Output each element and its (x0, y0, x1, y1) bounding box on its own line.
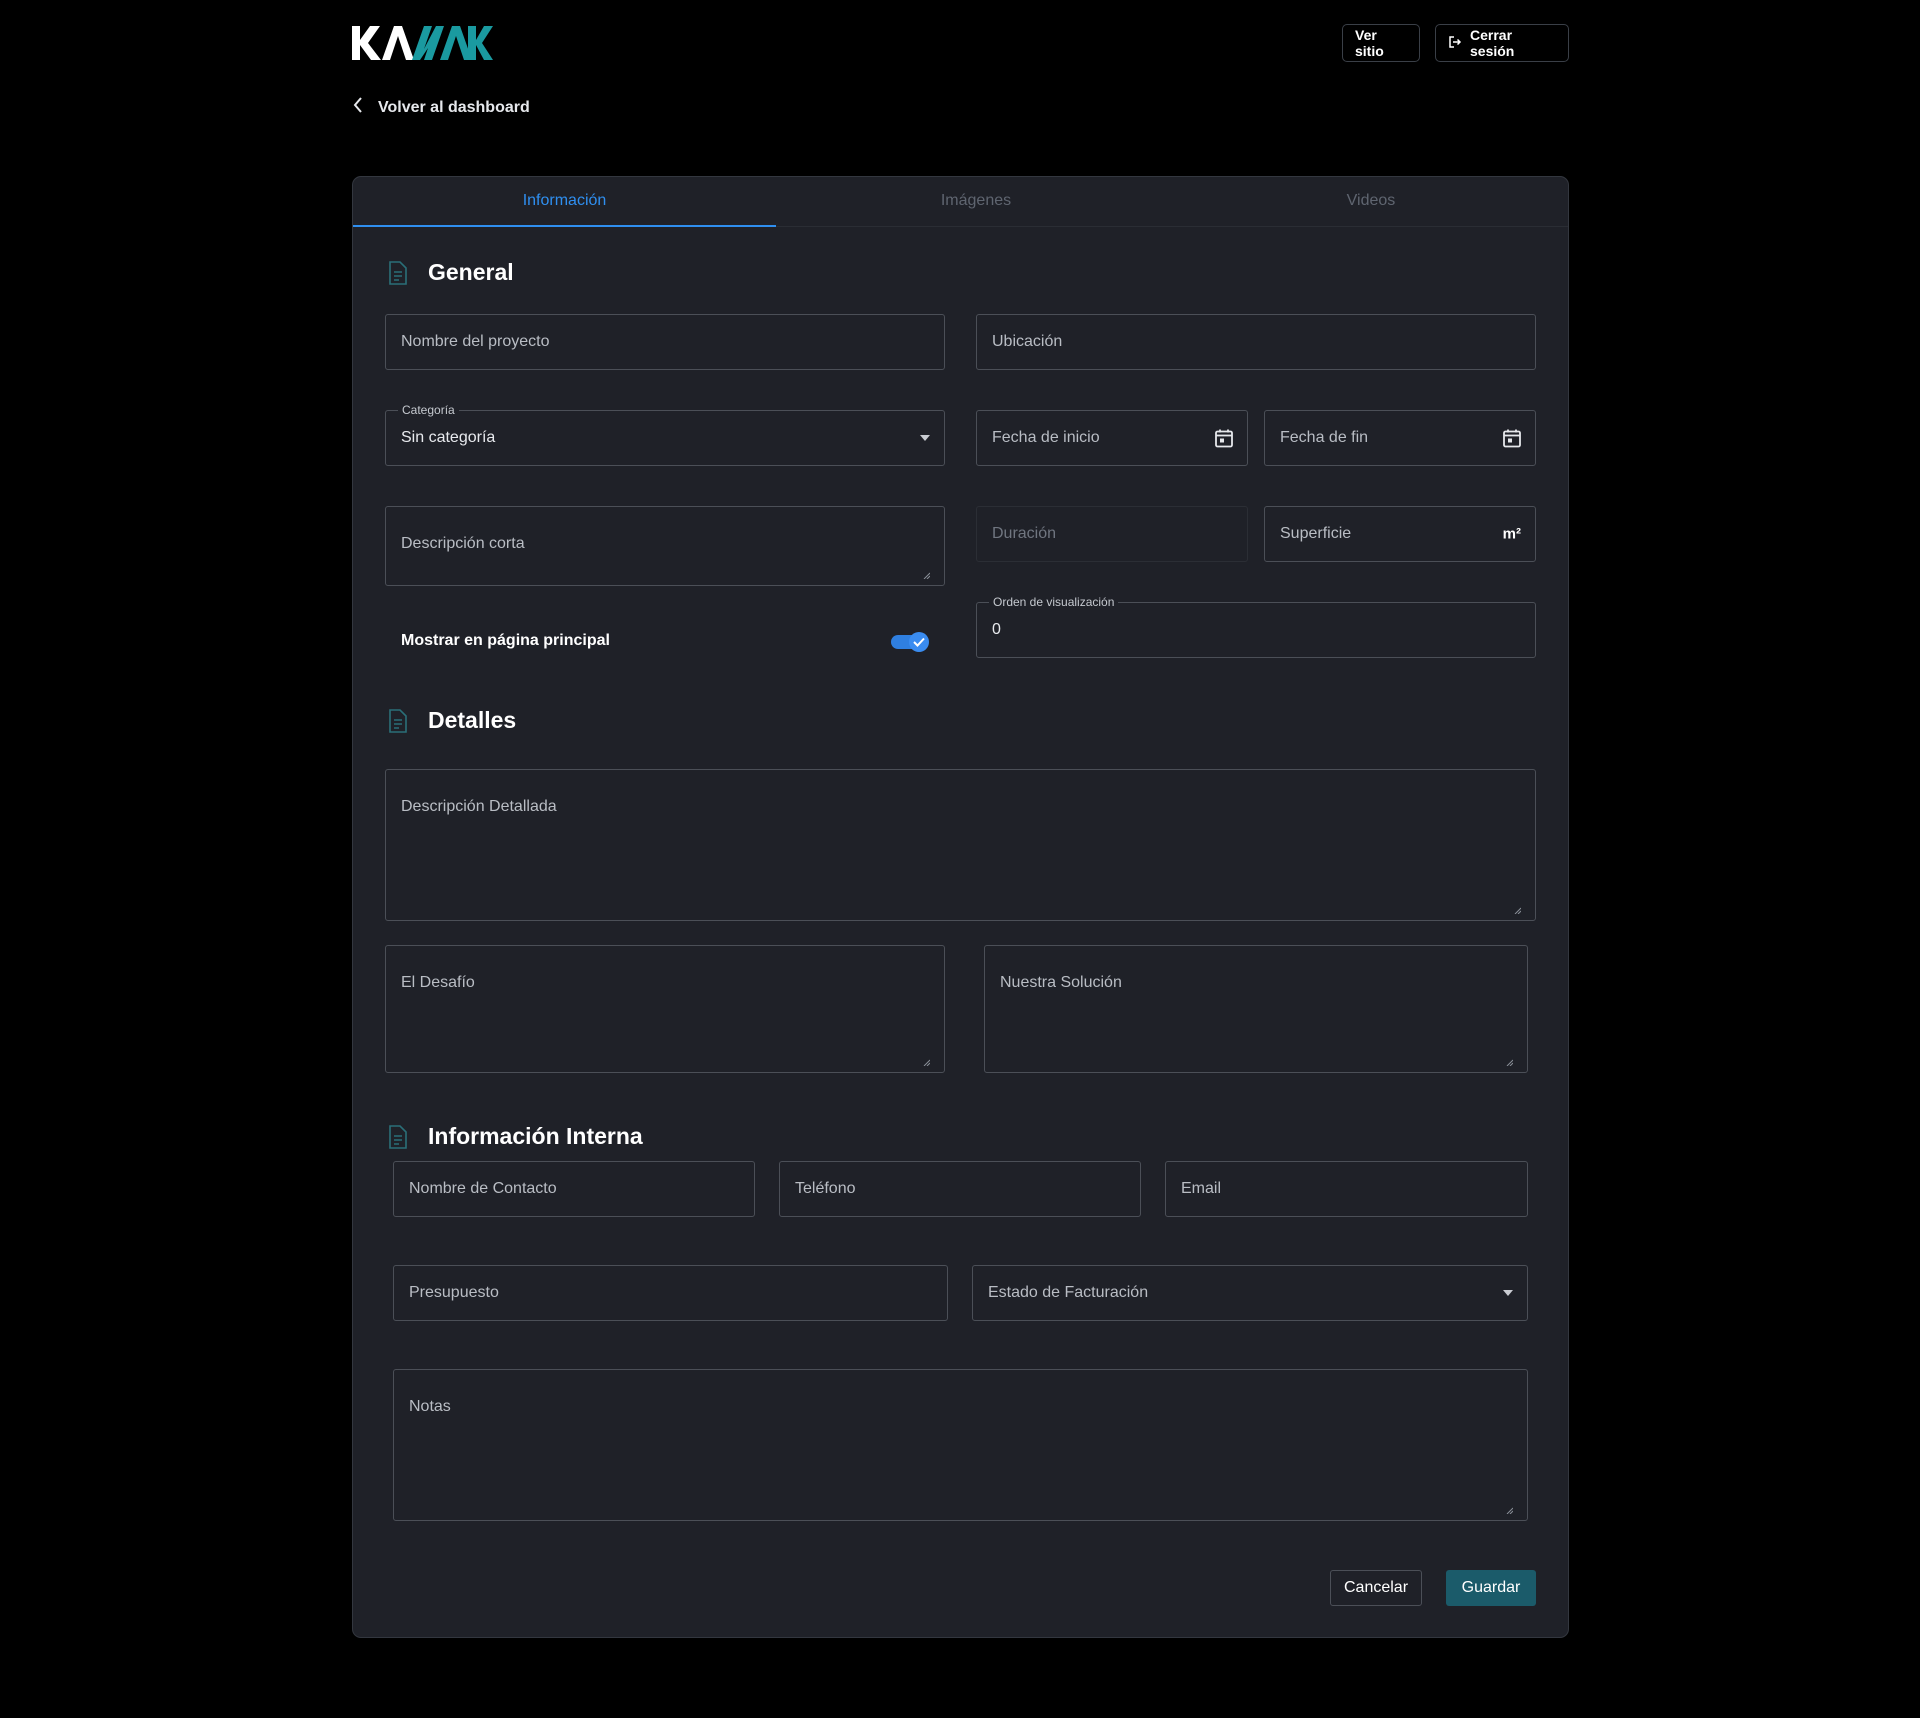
display-order-input[interactable]: Orden de visualización 0 (976, 595, 1536, 658)
tab-bar: Información Imágenes Videos (353, 177, 1568, 227)
show-home-label: Mostrar en página principal (401, 632, 610, 649)
contact-name-input[interactable]: Nombre de Contacto (393, 1161, 755, 1217)
show-home-switch[interactable] (891, 632, 929, 652)
document-icon (388, 1124, 408, 1149)
caret-down-icon (1503, 1290, 1513, 1296)
tab-videos[interactable]: Videos (1176, 177, 1566, 225)
short-description-textarea[interactable]: Descripción corta (385, 506, 945, 586)
resize-handle-icon[interactable] (923, 1053, 931, 1067)
page: Ver sitio Cerrar sesión Volver al dashbo… (0, 0, 1920, 1718)
category-select[interactable]: Categoría Sin categoría (385, 403, 945, 466)
save-button[interactable]: Guardar (1446, 1570, 1536, 1606)
calendar-icon[interactable] (1215, 429, 1233, 448)
calendar-icon[interactable] (1503, 429, 1521, 448)
resize-handle-icon[interactable] (923, 566, 931, 580)
section-internal-title: Información Interna (388, 1123, 643, 1150)
detailed-description-placeholder: Descripción Detallada (401, 798, 557, 815)
phone-input[interactable]: Teléfono (779, 1161, 1141, 1217)
budget-placeholder: Presupuesto (409, 1284, 499, 1301)
project-name-input[interactable]: Nombre del proyecto (385, 314, 945, 370)
tab-informacion[interactable]: Información (353, 177, 776, 227)
section-general-label: General (428, 259, 514, 285)
resize-handle-icon[interactable] (1514, 901, 1522, 915)
logout-icon (1448, 35, 1462, 52)
section-details-title: Detalles (388, 707, 516, 734)
notes-textarea[interactable]: Notas (393, 1369, 1528, 1521)
solution-textarea[interactable]: Nuestra Solución (984, 945, 1528, 1073)
start-date-placeholder: Fecha de inicio (992, 429, 1100, 446)
section-general-title: General (388, 259, 514, 286)
category-legend: Categoría (398, 403, 459, 417)
surface-placeholder: Superficie (1280, 525, 1352, 542)
end-date-placeholder: Fecha de fin (1280, 429, 1369, 446)
display-order-value: 0 (992, 621, 1001, 638)
duration-placeholder: Duración (992, 525, 1057, 542)
view-site-button[interactable]: Ver sitio (1342, 24, 1420, 62)
detailed-description-textarea[interactable]: Descripción Detallada (385, 769, 1536, 921)
start-date-input[interactable]: Fecha de inicio (976, 410, 1248, 466)
billing-status-placeholder: Estado de Facturación (988, 1284, 1149, 1301)
check-icon (909, 632, 929, 652)
tab-imagenes[interactable]: Imágenes (776, 177, 1176, 225)
email-placeholder: Email (1181, 1180, 1222, 1197)
surface-unit: m² (1502, 525, 1521, 543)
budget-input[interactable]: Presupuesto (393, 1265, 948, 1321)
billing-status-select[interactable]: Estado de Facturación (972, 1265, 1528, 1321)
short-description-placeholder: Descripción corta (401, 535, 525, 552)
display-order-legend: Orden de visualización (989, 595, 1119, 609)
back-to-dashboard-link[interactable]: Volver al dashboard (352, 96, 530, 119)
category-value: Sin categoría (401, 429, 496, 446)
kamak-logo-icon (352, 26, 493, 60)
view-site-label: Ver sitio (1355, 27, 1384, 59)
duration-input: Duración (976, 506, 1248, 562)
notes-placeholder: Notas (409, 1398, 451, 1415)
section-details-label: Detalles (428, 707, 517, 733)
chevron-left-icon (352, 96, 364, 119)
challenge-placeholder: El Desafío (401, 974, 475, 991)
document-icon (388, 708, 408, 733)
resize-handle-icon[interactable] (1506, 1501, 1514, 1515)
logout-button[interactable]: Cerrar sesión (1435, 24, 1569, 62)
section-internal-label: Información Interna (428, 1123, 643, 1149)
document-icon (388, 260, 408, 285)
cancel-button[interactable]: Cancelar (1330, 1570, 1422, 1606)
email-input[interactable]: Email (1165, 1161, 1528, 1217)
project-name-placeholder: Nombre del proyecto (401, 333, 550, 350)
project-form-card: Información Imágenes Videos General Nomb… (352, 176, 1569, 1638)
resize-handle-icon[interactable] (1506, 1053, 1514, 1067)
phone-placeholder: Teléfono (795, 1180, 856, 1197)
challenge-textarea[interactable]: El Desafío (385, 945, 945, 1073)
show-home-toggle-row: Mostrar en página principal (385, 613, 945, 669)
brand-logo[interactable] (352, 24, 494, 62)
location-input[interactable]: Ubicación (976, 314, 1536, 370)
end-date-input[interactable]: Fecha de fin (1264, 410, 1536, 466)
caret-down-icon (920, 435, 930, 441)
logout-label: Cerrar sesión (1470, 27, 1515, 59)
location-placeholder: Ubicación (992, 333, 1063, 350)
contact-name-placeholder: Nombre de Contacto (409, 1180, 557, 1197)
back-label: Volver al dashboard (378, 98, 530, 116)
surface-input[interactable]: Superficie m² (1264, 506, 1536, 562)
solution-placeholder: Nuestra Solución (1000, 974, 1122, 991)
